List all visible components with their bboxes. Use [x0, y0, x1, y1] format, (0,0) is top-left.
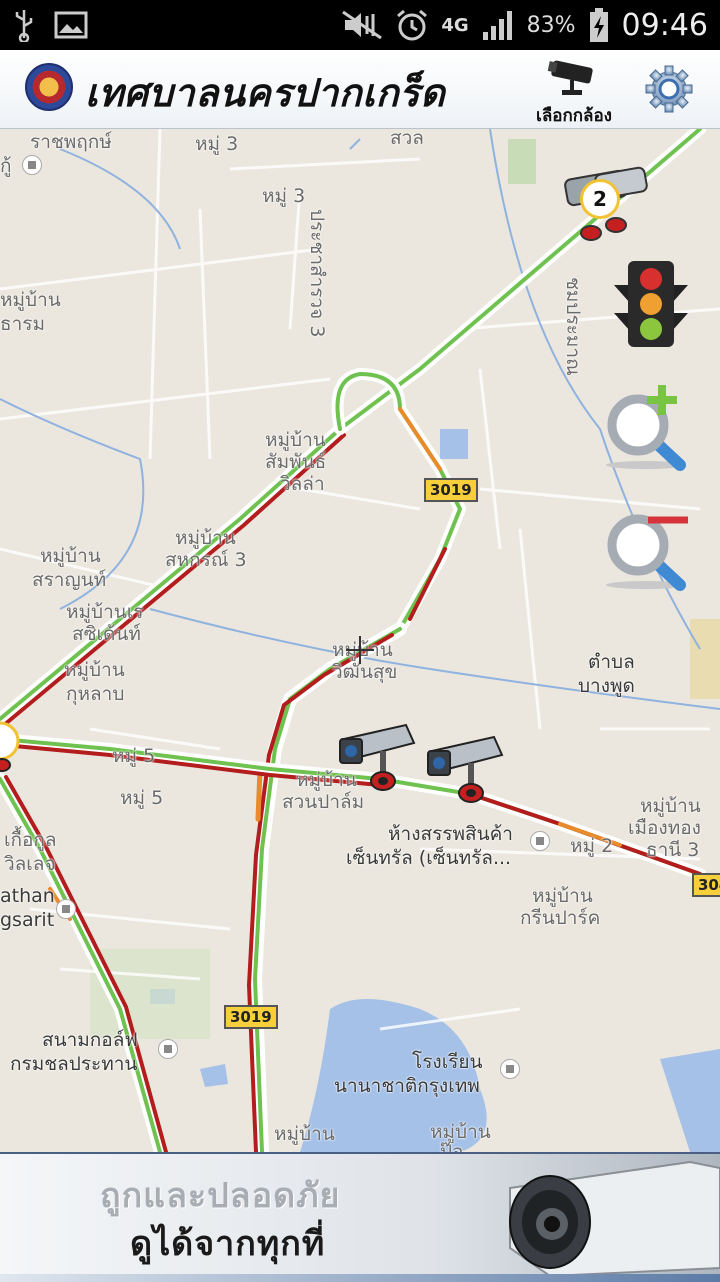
- cctv-camera-icon: [547, 60, 593, 95]
- zoom-out-button[interactable]: [600, 501, 692, 591]
- map-label: สราญนท์: [32, 569, 107, 591]
- map-label: ธานี 3: [646, 839, 700, 861]
- map-label: สซิเด้นท์: [72, 623, 141, 645]
- signal-icon: [482, 11, 512, 40]
- app-title: เทศบาลนครปากเกร็ด: [85, 71, 446, 115]
- map-label: หมู่ 5: [120, 787, 164, 809]
- route-shield: 3019: [424, 478, 478, 502]
- map-label: วิลล่า: [280, 473, 325, 495]
- map-label: gsarit: [0, 909, 55, 931]
- cluster-count-badge: 2: [580, 179, 620, 219]
- map-label: กุหลาบ: [66, 683, 125, 705]
- map-label: ธารม: [0, 313, 45, 335]
- crosshair-icon: [346, 636, 374, 664]
- camera-marker[interactable]: [336, 721, 422, 807]
- zoom-out-icon: [606, 514, 688, 591]
- map-label: หมู่บ้าน: [274, 1123, 335, 1145]
- camera-marker[interactable]: [0, 717, 30, 777]
- camera-marker[interactable]: [424, 733, 510, 819]
- battery-icon: [589, 8, 608, 42]
- banner-line-1: ถูกและปลอดภัย: [100, 1176, 341, 1216]
- cctv-camera-icon: [339, 723, 416, 791]
- map-label: เซ็นทรัล (เซ็นทรัล...: [346, 847, 512, 869]
- zoom-in-icon: [606, 385, 686, 471]
- map-label: กู้: [0, 155, 12, 177]
- map-label: หมู่ 3: [195, 133, 239, 155]
- select-camera-button[interactable]: เลือกกล้อง: [528, 58, 620, 126]
- battery-percent: 83%: [526, 12, 576, 38]
- camera-cluster-marker[interactable]: 2: [556, 165, 656, 245]
- golf-poi-marker[interactable]: [158, 1039, 178, 1059]
- map-label: ชมประมาณ: [562, 277, 584, 376]
- clock: 09:46: [621, 7, 708, 43]
- shopping-poi-marker[interactable]: [530, 831, 550, 851]
- cctv-camera-icon: [427, 735, 504, 803]
- map-label: ประชาสำรวจ 3: [306, 209, 328, 338]
- poi-marker[interactable]: [22, 155, 42, 175]
- select-camera-label: เลือกกล้อง: [536, 106, 612, 126]
- banner-bottom-bar: [0, 1274, 720, 1282]
- map-view[interactable]: ราชพฤกษ์ หมู่ 3 สวล กู้ หมู่ 3 ประชาสำรว…: [0, 129, 720, 1152]
- map-label: นานาชาติกรุงเทพ: [334, 1075, 480, 1097]
- status-bar: 4G 83% 09:46: [0, 0, 720, 50]
- alarm-icon: [397, 9, 428, 41]
- map-label: หมู่ 2: [570, 835, 614, 857]
- map-label: กรมชลประทาน: [10, 1053, 138, 1075]
- school-poi-marker[interactable]: [500, 1059, 520, 1079]
- cctv-camera-icon: [0, 721, 20, 772]
- map-label: ราชพฤกษ์: [30, 131, 112, 153]
- municipality-logo: [25, 63, 73, 111]
- zoom-in-button[interactable]: [600, 381, 692, 471]
- map-label: วิลเลจ: [4, 853, 56, 875]
- route-shield: 3019: [224, 1005, 278, 1029]
- map-label: สวล: [390, 129, 424, 149]
- route-shield: 304: [692, 873, 720, 897]
- app-header: เทศบาลนครปากเกร็ด เลือกกล้อง: [0, 50, 720, 129]
- banner-line-2: ดูได้จากทุกที่: [130, 1224, 326, 1264]
- map-label: หมู่ 5: [112, 745, 156, 767]
- map-label: athan: [0, 885, 55, 907]
- traffic-light-button[interactable]: [610, 257, 692, 351]
- network-type: 4G: [441, 14, 469, 36]
- ad-banner[interactable]: ถูกและปลอดภัย ดูได้จากทุกที่: [0, 1152, 720, 1282]
- settings-gear-icon[interactable]: [644, 64, 694, 114]
- map-label: กรีนปาร์ค: [520, 907, 601, 929]
- poi-marker[interactable]: [56, 899, 76, 919]
- mute-icon: [342, 10, 383, 40]
- image-icon: [54, 11, 88, 39]
- usb-icon: [15, 10, 33, 42]
- cctv-camera-icon: [509, 1160, 720, 1278]
- map-label: ป๊อ: [440, 1141, 464, 1152]
- map-label: สหกรณ์ 3: [165, 549, 247, 571]
- traffic-light-icon: [614, 261, 688, 347]
- map-label: บางพูด: [578, 675, 635, 697]
- map-label: หมู่ 3: [262, 185, 306, 207]
